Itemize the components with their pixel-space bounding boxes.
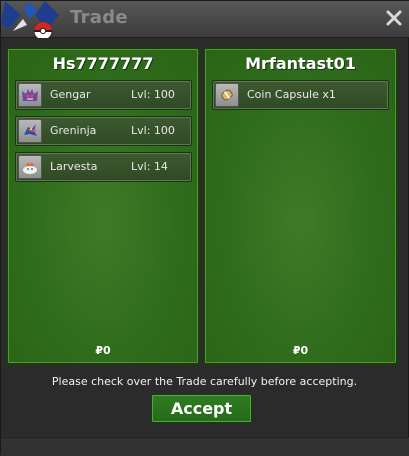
their-offer-panel: Mrfantast01 Coin Capsule x1 ₽0 xyxy=(203,47,398,365)
trade-item-larvesta[interactable]: Larvesta Lvl: 14 xyxy=(15,152,192,182)
trade-item-coin-capsule[interactable]: Coin Capsule x1 xyxy=(212,80,389,110)
item-name: Larvesta xyxy=(50,160,98,173)
right-item-list: Coin Capsule x1 xyxy=(212,80,389,116)
my-offer-panel: Hs7777777 Gengar Lvl: 100 Greninja Lvl: … xyxy=(6,47,200,365)
item-name: Greninja xyxy=(50,124,97,137)
coin-capsule-icon xyxy=(215,83,239,107)
right-money-amount: ₽0 xyxy=(292,344,309,357)
gengar-icon xyxy=(18,83,42,107)
trade-item-greninja[interactable]: Greninja Lvl: 100 xyxy=(15,116,192,146)
left-player-name: Hs7777777 xyxy=(52,54,154,73)
window-footer xyxy=(1,437,409,456)
trade-item-gengar[interactable]: Gengar Lvl: 100 xyxy=(15,80,192,110)
trade-notice: Please check over the Trade carefully be… xyxy=(51,375,358,388)
right-player-name: Mrfantast01 xyxy=(245,54,356,73)
pokeball-logo-icon xyxy=(1,1,67,41)
window-title: Trade xyxy=(70,7,128,28)
item-name: Gengar xyxy=(50,88,91,101)
accept-button[interactable]: Accept xyxy=(151,394,252,423)
item-level: Lvl: 100 xyxy=(131,88,175,101)
left-money-amount: ₽0 xyxy=(95,344,111,357)
item-level: Lvl: 14 xyxy=(131,160,168,173)
close-button[interactable] xyxy=(385,9,403,27)
larvesta-icon xyxy=(18,155,42,179)
close-icon xyxy=(386,10,402,26)
item-name: Coin Capsule x1 xyxy=(247,88,336,101)
item-level: Lvl: 100 xyxy=(131,124,175,137)
left-item-list: Gengar Lvl: 100 Greninja Lvl: 100 Larves… xyxy=(15,80,192,188)
trade-window: Trade Hs7777777 Gengar Lvl: 100 Greninja… xyxy=(0,0,409,456)
greninja-icon xyxy=(18,119,42,143)
title-bar[interactable]: Trade xyxy=(1,1,409,41)
